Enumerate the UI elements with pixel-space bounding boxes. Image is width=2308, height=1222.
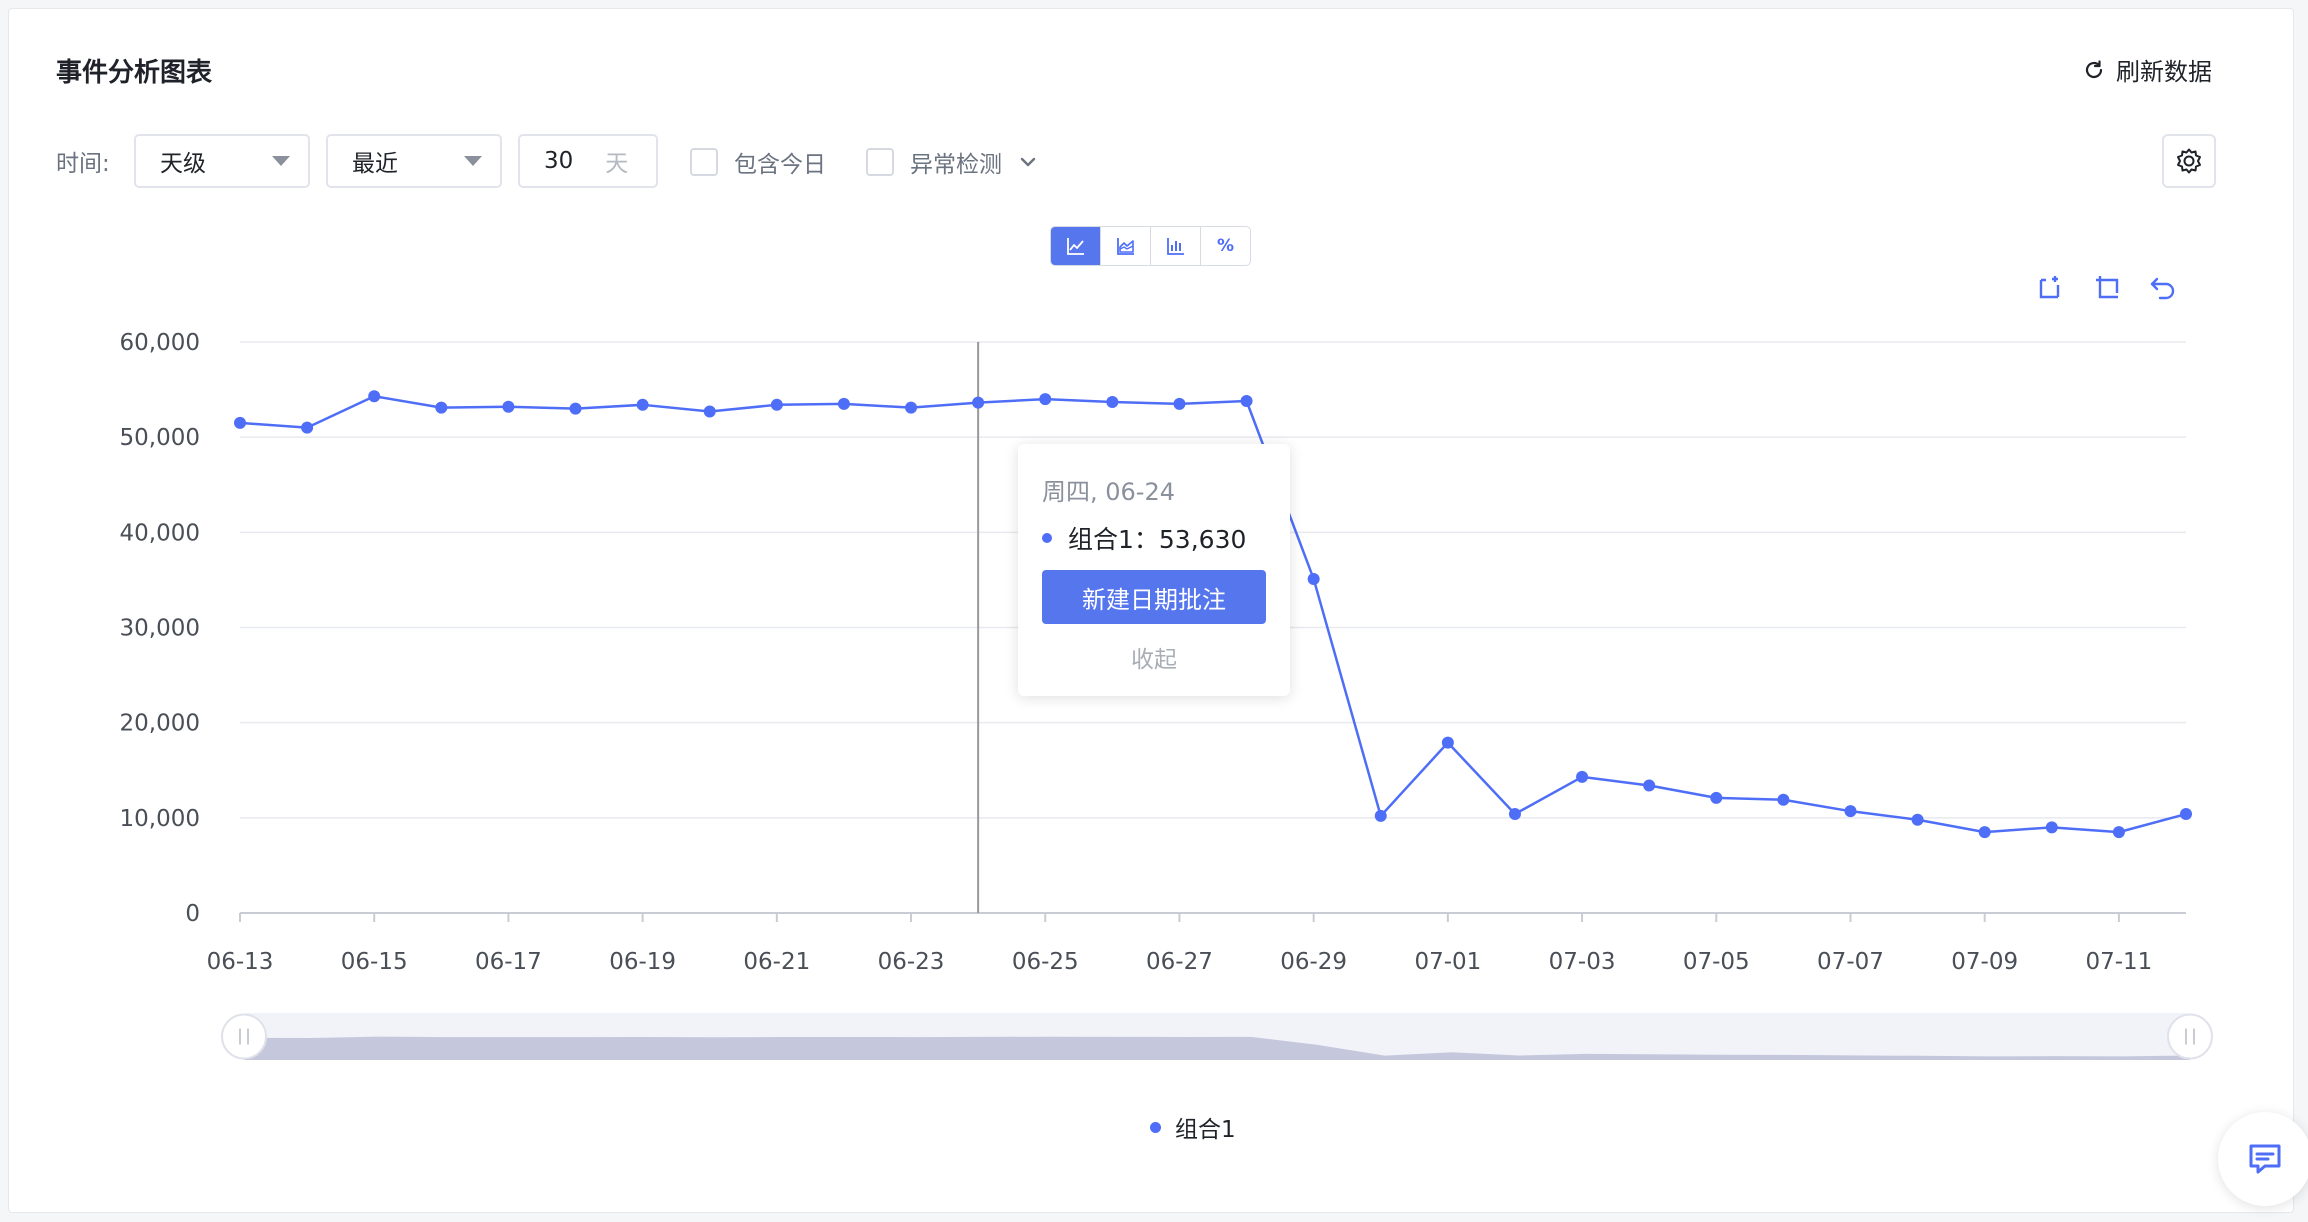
chat-icon xyxy=(2249,1144,2281,1174)
data-point xyxy=(1173,397,1186,410)
x-tick-label: 06-29 xyxy=(1280,949,1347,975)
y-tick-label: 50,000 xyxy=(120,425,200,451)
y-tick-label: 20,000 xyxy=(120,711,200,737)
data-zoom-slider xyxy=(221,1013,2213,1060)
data-point xyxy=(1576,770,1589,783)
data-point xyxy=(1039,393,1052,406)
data-point xyxy=(1307,572,1320,585)
tooltip-series-row: 组合1：53,630 xyxy=(1042,520,1246,556)
y-tick-label: 40,000 xyxy=(120,520,200,546)
x-tick-label: 06-19 xyxy=(609,949,676,975)
data-tooltip: 周四, 06-24 组合1：53,630 新建日期批注 收起 xyxy=(1018,444,1290,696)
data-point xyxy=(2112,826,2125,839)
y-tick-label: 30,000 xyxy=(120,616,200,642)
x-tick-label: 06-13 xyxy=(207,949,274,975)
x-tick-label: 06-15 xyxy=(341,949,408,975)
data-point xyxy=(2180,808,2192,821)
data-point xyxy=(301,421,314,434)
x-tick-label: 06-27 xyxy=(1146,949,1213,975)
x-tick-label: 07-03 xyxy=(1549,949,1616,975)
data-point xyxy=(1240,395,1253,408)
data-point xyxy=(2045,821,2058,834)
legend-label: 组合1 xyxy=(1175,1117,1236,1143)
data-point xyxy=(1106,395,1119,408)
tooltip-date: 周四, 06-24 xyxy=(1042,478,1175,506)
x-tick-label: 07-01 xyxy=(1414,949,1481,975)
x-axis: 06-13 06-15 06-17 06-19 06-21 06-23 06-25 06-27… xyxy=(207,912,2186,975)
legend-dot-icon xyxy=(1150,1121,1161,1133)
data-point xyxy=(502,400,515,413)
series-dot-icon xyxy=(1042,533,1052,543)
data-point xyxy=(770,398,783,411)
data-point xyxy=(1978,826,1991,839)
data-point xyxy=(703,405,716,418)
create-date-annotation-button[interactable]: 新建日期批注 xyxy=(1042,570,1266,624)
tooltip-series-value: 组合1：53,630 xyxy=(1068,525,1247,554)
data-point xyxy=(1643,779,1656,792)
y-tick-label: 60,000 xyxy=(120,330,200,356)
data-point xyxy=(1374,809,1387,822)
data-point xyxy=(972,396,985,409)
zoom-handle[interactable] xyxy=(2167,1013,2213,1060)
data-point xyxy=(1710,791,1723,804)
zoom-handle[interactable] xyxy=(221,1013,267,1060)
x-tick-label: 06-25 xyxy=(1012,949,1079,975)
x-tick-label: 06-17 xyxy=(475,949,542,975)
y-tick-label: 10,000 xyxy=(120,806,200,832)
data-point xyxy=(1844,805,1857,818)
data-point xyxy=(234,416,246,429)
data-point xyxy=(905,401,918,414)
data-point xyxy=(1508,808,1521,821)
data-point xyxy=(435,401,448,414)
x-tick-label: 07-07 xyxy=(1817,949,1884,975)
data-point xyxy=(1777,793,1790,806)
x-tick-label: 07-11 xyxy=(2085,949,2152,975)
data-point xyxy=(1441,736,1454,749)
chart-legend[interactable]: 组合1 xyxy=(1150,1110,1236,1144)
feedback-chat-button[interactable] xyxy=(2218,1112,2308,1206)
data-point xyxy=(368,390,381,403)
data-point xyxy=(837,397,850,410)
y-axis-ticks: 0 10,000 20,000 30,000 40,000 50,000 60,000 xyxy=(120,330,200,927)
x-tick-label: 07-05 xyxy=(1683,949,1750,975)
x-tick-label: 07-09 xyxy=(1951,949,2018,975)
data-point xyxy=(1911,813,1924,826)
data-point xyxy=(569,402,582,415)
data-point xyxy=(636,398,649,411)
x-tick-label: 06-21 xyxy=(743,949,810,975)
y-tick-label: 0 xyxy=(185,901,200,927)
x-tick-label: 06-23 xyxy=(878,949,945,975)
collapse-button[interactable]: 收起 xyxy=(1018,640,1290,674)
